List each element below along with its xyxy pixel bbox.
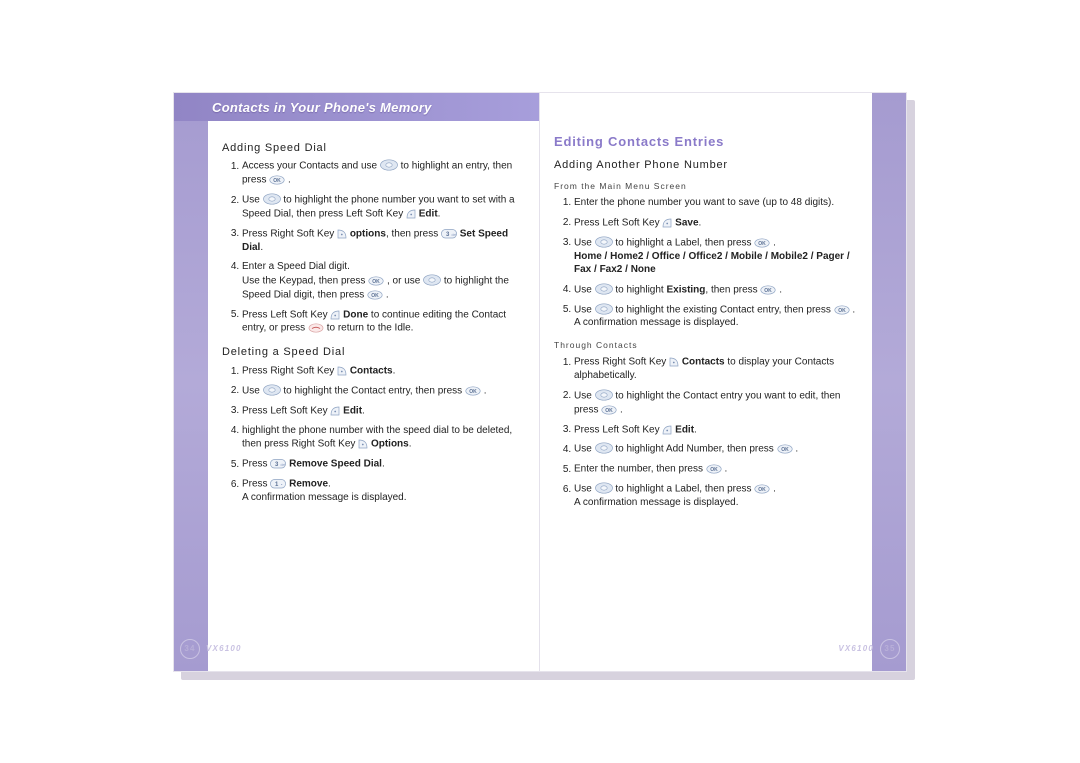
right-content: Editing Contacts Entries Adding Another … — [554, 133, 858, 635]
list-item: highlight the phone number with the spee… — [242, 424, 525, 451]
list-item: Press Left Soft Key Edit. — [242, 404, 525, 418]
section-deleting-speed-dial: Deleting a Speed Dial — [222, 345, 525, 360]
left-softkey-icon — [406, 207, 416, 221]
nav-icon — [263, 193, 281, 207]
list-item: Press Remove Speed Dial. — [242, 457, 525, 471]
footer-right: VX6100 35 — [838, 639, 900, 659]
nav-icon — [595, 236, 613, 250]
nav-icon — [595, 442, 613, 456]
list-item: Press Left Soft Key Edit. — [574, 423, 858, 437]
left-color-strip — [174, 93, 208, 671]
footer-left: 34 VX6100 — [180, 639, 242, 659]
left-softkey-icon — [662, 423, 672, 437]
list-item: Use to highlight a Label, then press . A… — [574, 482, 858, 509]
ok-icon — [367, 288, 383, 302]
right-softkey-icon — [358, 437, 368, 451]
nav-icon — [595, 303, 613, 317]
ok-icon — [834, 303, 850, 317]
model-label: VX6100 — [206, 644, 242, 653]
page-left: Contacts in Your Phone's Memory Adding S… — [174, 93, 540, 671]
section-adding-speed-dial: Adding Speed Dial — [222, 141, 525, 156]
list-item: Use to highlight Existing, then press . — [574, 283, 858, 297]
list-item: Use to highlight the Contact entry, then… — [242, 384, 525, 398]
list-item: Press Left Soft Key Save. — [574, 216, 858, 230]
model-label: VX6100 — [838, 644, 874, 653]
nav-icon — [380, 159, 398, 173]
right-color-strip — [872, 93, 906, 671]
list-item: Use to highlight Add Number, then press … — [574, 442, 858, 456]
nav-icon — [595, 389, 613, 403]
ok-icon — [754, 236, 770, 250]
ok-icon — [465, 384, 481, 398]
list-item: Press Right Soft Key Contacts. — [242, 364, 525, 378]
list-item: Press Right Soft Key options, then press… — [242, 227, 525, 254]
key-3-icon — [270, 457, 286, 471]
ok-icon — [706, 462, 722, 476]
sub-from-main-menu: From the Main Menu Screen — [554, 181, 858, 192]
left-softkey-icon — [330, 308, 340, 322]
manual-spread: Contacts in Your Phone's Memory Adding S… — [173, 92, 907, 672]
end-key-icon — [308, 321, 324, 335]
nav-icon — [423, 274, 441, 288]
ok-icon — [760, 283, 776, 297]
list-item: Enter the number, then press . — [574, 462, 858, 476]
key-3-icon — [441, 227, 457, 241]
sub-through-contacts: Through Contacts — [554, 340, 858, 351]
left-softkey-icon — [662, 216, 672, 230]
ok-icon — [777, 442, 793, 456]
list-item: Press Remove. A confirmation message is … — [242, 477, 525, 504]
section-adding-another-number: Adding Another Phone Number — [554, 158, 858, 173]
left-softkey-icon — [330, 404, 340, 418]
page-number: 34 — [180, 639, 200, 659]
list-item: Access your Contacts and use to highligh… — [242, 159, 525, 187]
list-item: Enter a Speed Dial digit. Use the Keypad… — [242, 260, 525, 301]
ok-icon — [269, 173, 285, 187]
list-item: Use to highlight the phone number you wa… — [242, 193, 525, 221]
list-item: Use to highlight the existing Contact en… — [574, 303, 858, 330]
chapter-header: Contacts in Your Phone's Memory — [174, 93, 539, 121]
list-item: Press Right Soft Key Contacts to display… — [574, 355, 858, 382]
editing-contacts-title: Editing Contacts Entries — [554, 133, 858, 151]
right-softkey-icon — [337, 364, 347, 378]
nav-icon — [263, 384, 281, 398]
page-number: 35 — [880, 639, 900, 659]
list-item: Use to highlight a Label, then press . H… — [574, 236, 858, 277]
left-content: Adding Speed Dial Access your Contacts a… — [222, 133, 525, 635]
ok-icon — [754, 482, 770, 496]
right-softkey-icon — [669, 355, 679, 369]
nav-icon — [595, 283, 613, 297]
list-item: Use to highlight the Contact entry you w… — [574, 389, 858, 417]
list-item: Press Left Soft Key Done to continue edi… — [242, 308, 525, 336]
key-1-icon — [270, 477, 286, 491]
right-softkey-icon — [337, 227, 347, 241]
nav-icon — [595, 482, 613, 496]
page-right: Editing Contacts Entries Adding Another … — [540, 93, 906, 671]
list-item: Enter the phone number you want to save … — [574, 196, 858, 210]
ok-icon — [601, 403, 617, 417]
ok-icon — [368, 274, 384, 288]
